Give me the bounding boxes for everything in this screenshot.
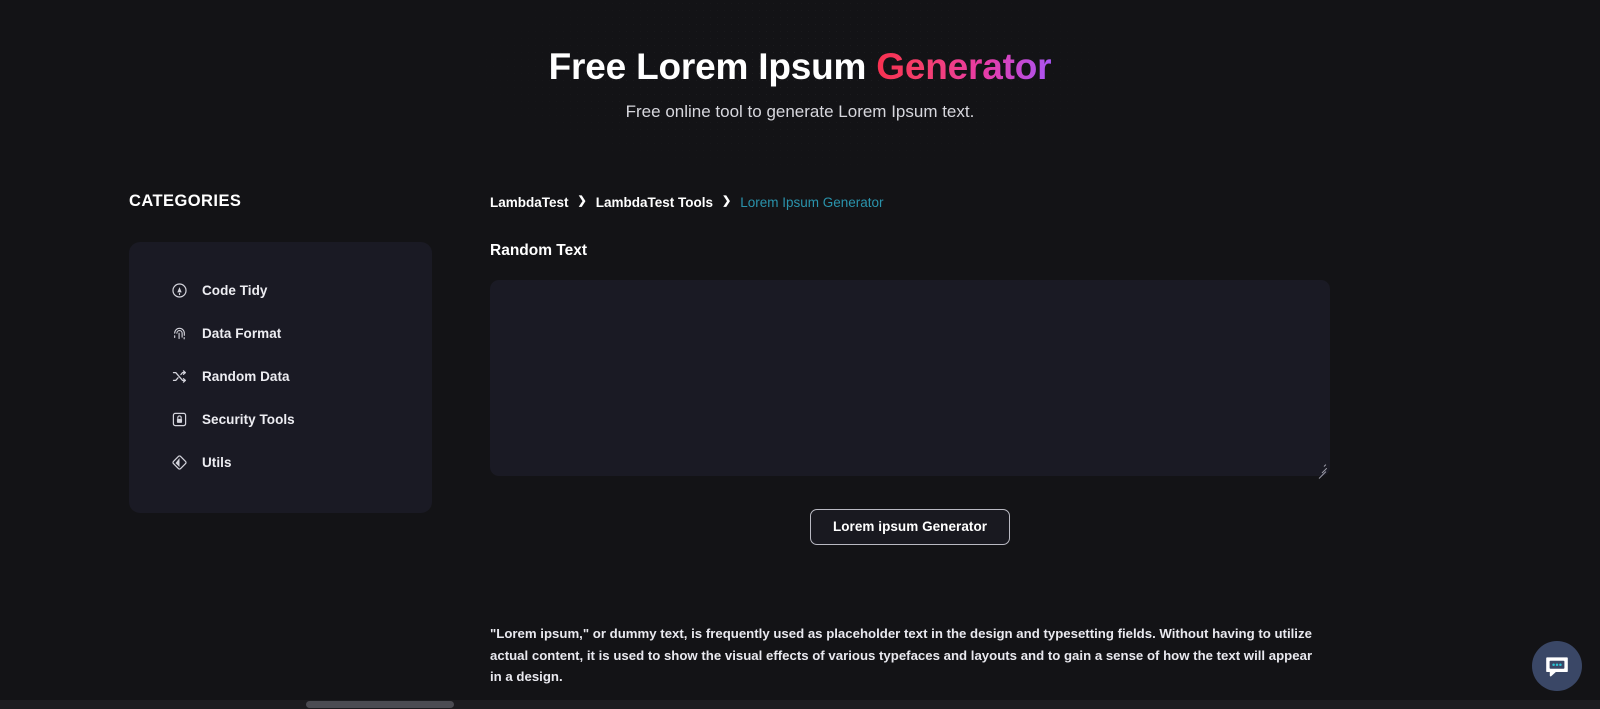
page-title-accent: Generator (876, 46, 1052, 87)
chevron-right-icon: ❯ (577, 194, 587, 207)
sidebar-item-label: Utils (202, 455, 232, 471)
description-paragraph-1: "Lorem ipsum," or dummy text, is frequen… (490, 626, 1313, 685)
categories-heading: CATEGORIES (129, 192, 242, 211)
sidebar-item-label: Security Tools (202, 412, 295, 428)
generate-button-row: Lorem ipsum Generator (490, 509, 1330, 546)
code-tidy-icon (171, 282, 188, 299)
diamond-icon (171, 454, 188, 471)
sidebar-item-code-tidy[interactable]: Code Tidy (129, 269, 432, 312)
lock-icon (171, 411, 188, 428)
random-text-container (490, 280, 1330, 480)
breadcrumb: LambdaTest ❯ LambdaTest Tools ❯ Lorem Ip… (490, 192, 1600, 212)
page-title-primary: Free Lorem Ipsum (548, 46, 877, 87)
sidebar-item-data-format[interactable]: Data Format (129, 312, 432, 355)
random-text-label: Random Text (490, 242, 588, 260)
breadcrumb-item-current: Lorem Ipsum Generator (740, 194, 884, 210)
page-title: Free Lorem Ipsum Generator (0, 46, 1600, 87)
sidebar-item-label: Random Data (202, 369, 290, 385)
sidebar-item-utils[interactable]: Utils (129, 441, 432, 484)
main-content: LambdaTest ❯ LambdaTest Tools ❯ Lorem Ip… (490, 192, 1600, 709)
sidebar-item-label: Data Format (202, 326, 282, 342)
categories-sidebar: CATEGORIES Code Tidy Data Format Random … (129, 192, 490, 709)
shuffle-icon (171, 368, 188, 385)
sidebar-item-security-tools[interactable]: Security Tools (129, 398, 432, 441)
description-section: "Lorem ipsum," or dummy text, is frequen… (490, 623, 1320, 709)
chat-bubble-icon (1544, 654, 1570, 678)
breadcrumb-item-lambdatest-tools[interactable]: LambdaTest Tools (596, 195, 713, 210)
breadcrumb-item-lambdatest[interactable]: LambdaTest (490, 195, 569, 210)
chevron-right-icon: ❯ (722, 194, 732, 207)
lorem-ipsum-generate-button[interactable]: Lorem ipsum Generator (809, 509, 1011, 546)
horizontal-scrollbar-thumb[interactable] (306, 701, 454, 708)
page-layout: CATEGORIES Code Tidy Data Format Random … (0, 192, 1600, 709)
page-subtitle: Free online tool to generate Lorem Ipsum… (625, 102, 975, 122)
sidebar-item-label: Code Tidy (202, 283, 268, 299)
categories-card: Code Tidy Data Format Random Data Securi… (129, 242, 432, 514)
horizontal-scrollbar[interactable] (0, 700, 1600, 709)
hero-section: Free Lorem Ipsum Generator Free online t… (0, 0, 1600, 122)
chat-widget-button[interactable] (1532, 641, 1582, 691)
random-text-input[interactable] (490, 280, 1330, 477)
fingerprint-icon (171, 325, 188, 342)
sidebar-item-random-data[interactable]: Random Data (129, 355, 432, 398)
